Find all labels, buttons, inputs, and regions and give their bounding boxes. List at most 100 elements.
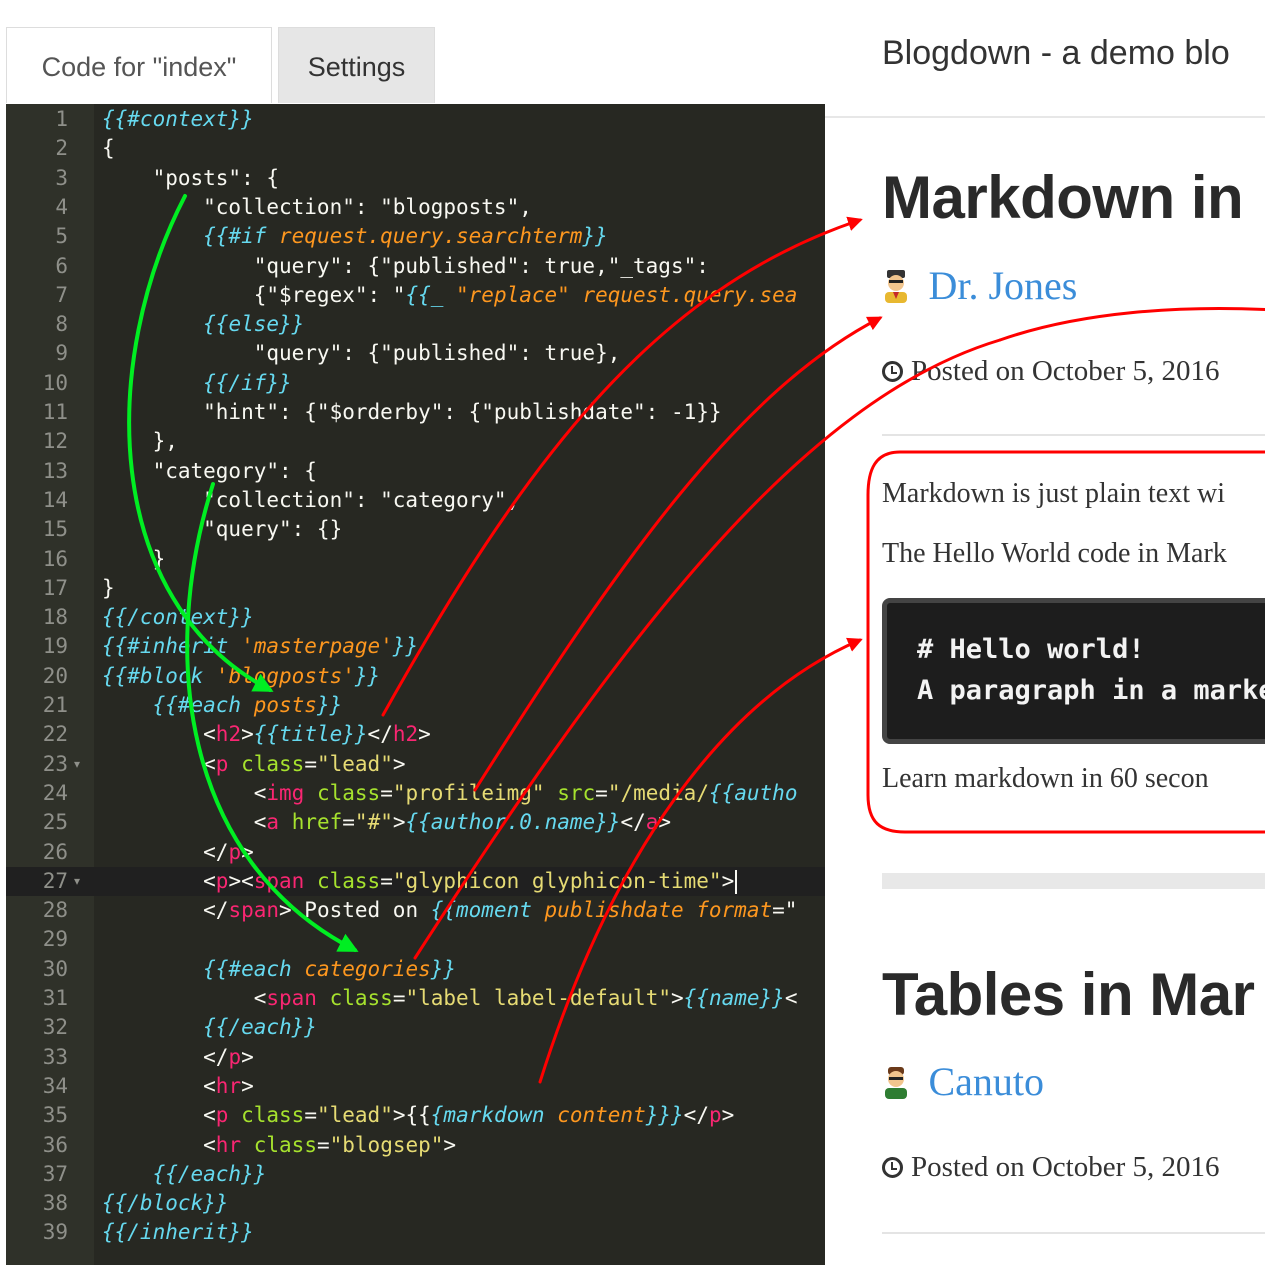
code-line: # Hello world!: [917, 634, 1145, 665]
tab-code-index[interactable]: Code for "index": [6, 27, 272, 103]
code-line[interactable]: "category": {: [102, 457, 317, 486]
code-line[interactable]: {{/each}}: [102, 1160, 267, 1189]
line-number: 13: [42, 458, 68, 483]
line-number: 39: [42, 1220, 68, 1245]
line-number: 27: [42, 868, 68, 893]
blog-separator: [882, 873, 1265, 889]
navbar-divider: [825, 116, 1265, 118]
code-line[interactable]: {{/each}}: [102, 1013, 317, 1042]
code-line[interactable]: {{/inherit}}: [102, 1218, 254, 1247]
code-line[interactable]: <a href="#">{{author.0.name}}</a>: [102, 808, 671, 837]
code-line[interactable]: "query": {}: [102, 515, 342, 544]
post-hr: [882, 434, 1265, 436]
code-line[interactable]: <h2>{{title}}</h2>: [102, 720, 431, 749]
line-number: 18: [42, 605, 68, 630]
line-number: 30: [42, 956, 68, 981]
line-number: 24: [42, 780, 68, 805]
profile-avatar-icon: [885, 269, 907, 303]
code-line[interactable]: {{#inherit 'masterpage'}}: [102, 632, 418, 661]
code-line[interactable]: }: [102, 574, 115, 603]
author-link[interactable]: Canuto: [928, 1059, 1044, 1104]
code-line[interactable]: {{/if}}: [102, 369, 292, 398]
line-number: 36: [42, 1132, 68, 1157]
code-line[interactable]: },: [102, 427, 178, 456]
post-title: Tables in Mar: [882, 961, 1255, 1028]
code-line[interactable]: <p class="lead">{{{markdown content}}}</…: [102, 1101, 734, 1130]
line-number: 21: [42, 693, 68, 717]
code-line[interactable]: "query": {"published": true,"_tags":: [102, 252, 709, 281]
line-number: 5: [55, 224, 68, 249]
code-line[interactable]: {{#each posts}}: [102, 691, 343, 720]
line-number: 4: [55, 194, 68, 219]
line-number: 6: [55, 253, 68, 278]
code-line[interactable]: </span> Posted on {{moment publishdate f…: [102, 896, 797, 925]
code-line[interactable]: {: [102, 134, 115, 163]
line-number: 2: [55, 136, 68, 161]
profile-avatar-icon: [885, 1066, 907, 1099]
blog-preview-panel: Blogdown - a demo blo Markdown in Dr. Jo…: [825, 0, 1265, 1265]
line-number: 12: [42, 429, 68, 454]
post-paragraph: The Hello World code in Mark: [882, 538, 1227, 569]
code-line[interactable]: {{#if request.query.searchterm}}: [102, 222, 608, 251]
code-line[interactable]: </p>: [102, 1043, 254, 1072]
line-number: 22: [42, 722, 68, 747]
line-number: 11: [42, 400, 68, 424]
author-link[interactable]: Dr. Jones: [928, 263, 1077, 308]
code-line[interactable]: <hr>: [102, 1072, 254, 1101]
code-line[interactable]: "hint": {"$orderby": {"publishdate": -1}…: [102, 398, 721, 427]
line-number: 17: [42, 575, 68, 600]
code-line[interactable]: {{#each categories}}: [102, 955, 456, 984]
line-number: 25: [42, 810, 68, 835]
posted-text: Posted on October 5, 2016: [911, 1151, 1220, 1183]
code-line[interactable]: <img class="profileimg" src="/media/{{au…: [102, 779, 798, 808]
code-line[interactable]: <span class="label label-default">{{name…: [102, 984, 798, 1013]
post-author: Canuto: [882, 1058, 1044, 1105]
line-number: 15: [42, 517, 68, 542]
code-line[interactable]: <p><span class="glyphicon glyphicon-time…: [102, 867, 734, 896]
code-line[interactable]: "query": {"published": true},: [102, 339, 621, 368]
line-number: 9: [55, 341, 68, 366]
code-line[interactable]: {{/block}}: [102, 1189, 228, 1218]
code-line[interactable]: {"$regex": "{{_ "replace" request.query.…: [102, 281, 798, 310]
code-line[interactable]: <hr class="blogsep">: [102, 1131, 456, 1160]
code-line[interactable]: "posts": {: [102, 164, 279, 193]
tab-bar: Code for "index" Settings: [0, 0, 825, 105]
line-number: 35: [42, 1103, 68, 1128]
line-number: 8: [55, 312, 68, 337]
code-line[interactable]: <p class="lead">: [102, 750, 405, 779]
editor-panel: Code for "index" Settings 1 {{#context}} 2…: [0, 0, 825, 1265]
line-number: 29: [42, 927, 68, 952]
post-paragraph: Learn markdown in 60 secon: [882, 763, 1209, 794]
code-line[interactable]: </p>: [102, 838, 254, 867]
line-number: 33: [42, 1044, 68, 1069]
code-block: # Hello world! A paragraph in a marke: [882, 598, 1265, 744]
line-number: 23: [42, 751, 68, 776]
line-number: 38: [42, 1191, 68, 1216]
post-hr: [882, 1232, 1265, 1234]
code-line[interactable]: {{else}}: [102, 310, 304, 339]
code-line[interactable]: {{/context}}: [102, 603, 254, 632]
code-line[interactable]: "collection": "category",: [102, 486, 519, 515]
line-number: 19: [42, 634, 68, 659]
post-title: Markdown in: [882, 164, 1244, 231]
line-number: 32: [42, 1015, 68, 1040]
fold-toggle-icon[interactable]: ▾: [74, 750, 80, 779]
post-date: Posted on October 5, 2016: [882, 355, 1220, 388]
code-line: A paragraph in a marke: [917, 675, 1265, 706]
tab-settings[interactable]: Settings: [278, 27, 435, 103]
line-number: 34: [42, 1073, 68, 1098]
line-number: 14: [42, 487, 68, 512]
post-paragraph: Markdown is just plain text wi: [882, 478, 1225, 509]
line-number: 16: [42, 546, 68, 571]
line-number: 20: [42, 663, 68, 688]
code-line[interactable]: {{#block 'blogposts'}}: [102, 662, 380, 691]
posted-text: Posted on October 5, 2016: [911, 355, 1220, 387]
fold-toggle-icon[interactable]: ▾: [74, 867, 80, 896]
code-line[interactable]: "collection": "blogposts",: [102, 193, 532, 222]
code-line[interactable]: {{#context}}: [102, 105, 254, 134]
line-number: 37: [42, 1161, 68, 1186]
line-number: 7: [55, 282, 68, 307]
code-line[interactable]: }: [102, 545, 166, 574]
code-editor[interactable]: 1 {{#context}} 2 {3 "posts": {4 "collection…: [6, 104, 825, 1265]
navbar-brand[interactable]: Blogdown - a demo blo: [882, 34, 1230, 73]
